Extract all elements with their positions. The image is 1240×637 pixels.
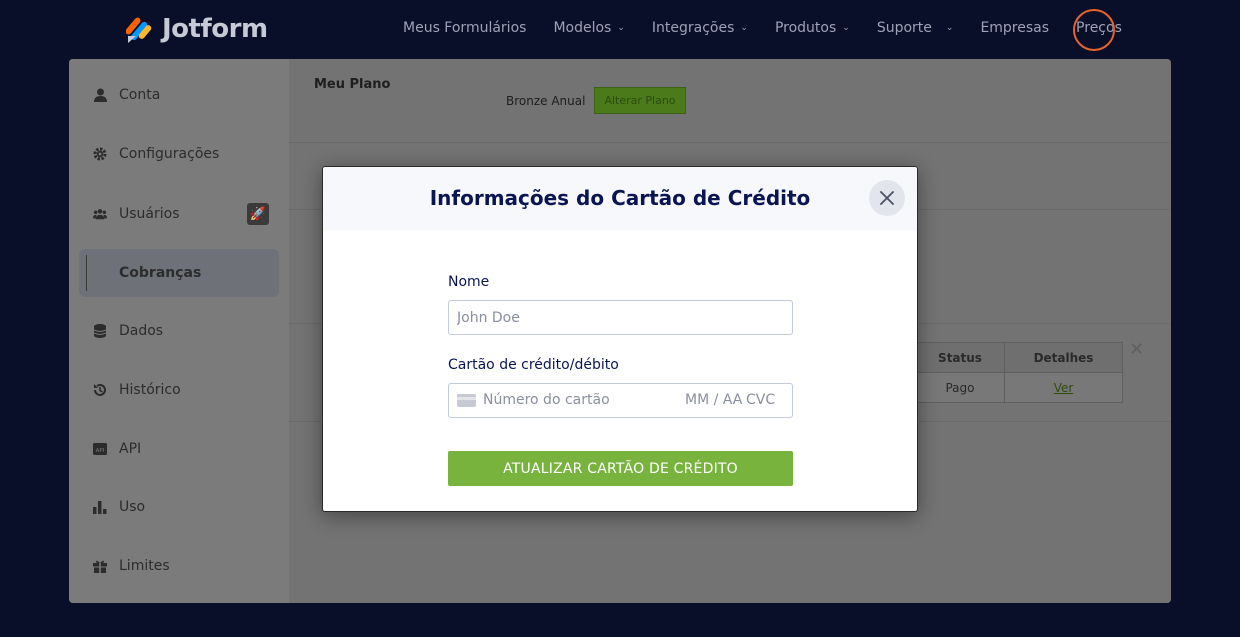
sidebar-item-usuarios[interactable]: Usuários 🚀 <box>79 190 279 238</box>
chevron-down-icon: ⌄ <box>617 23 625 33</box>
settings-sidebar: Conta Configurações Usuários 🚀 Cobranças… <box>69 59 289 603</box>
sidebar-item-label: Limites <box>119 558 170 574</box>
user-icon <box>93 88 107 102</box>
table-header-status: Status <box>938 351 982 365</box>
nav-item-label: Suporte <box>876 20 932 36</box>
sidebar-item-label: Configurações <box>119 146 220 162</box>
card-field-label: Cartão de crédito/débito <box>448 357 619 373</box>
invoice-table: Status Detalhes Pago Ver <box>915 342 1123 403</box>
history-icon <box>93 383 107 397</box>
sidebar-item-label: Usuários <box>119 206 180 222</box>
nav-item-meus-formularios[interactable]: Meus Formulários <box>403 20 526 36</box>
sidebar-item-label: Uso <box>119 499 146 515</box>
sidebar-item-label: Dados <box>119 323 164 339</box>
nav-item-label: Integrações <box>651 20 735 36</box>
nav-item-label: Produtos <box>774 20 837 36</box>
card-field[interactable]: Número do cartão MM / AA CVC <box>448 383 793 418</box>
name-field[interactable] <box>448 300 793 335</box>
chevron-down-icon: ⌄ <box>740 23 748 33</box>
close-icon[interactable]: ✕ <box>1129 339 1144 360</box>
sidebar-item-label: API <box>119 441 142 457</box>
gear-icon <box>93 147 107 161</box>
card-number-input[interactable]: Número do cartão <box>483 384 610 417</box>
jotform-logo[interactable]: Jotform <box>125 14 268 44</box>
users-icon <box>93 207 107 221</box>
gift-icon <box>93 559 107 573</box>
plan-value: Bronze Anual <box>506 94 586 108</box>
modal-close-button[interactable] <box>869 180 905 216</box>
top-navigation: Jotform Meus Formulários Modelos ⌄ Integ… <box>0 0 1240 59</box>
close-icon <box>880 191 894 205</box>
jotform-logo-icon <box>125 14 154 44</box>
credit-card-icon <box>457 394 476 407</box>
sidebar-item-label: Cobranças <box>119 265 202 281</box>
sidebar-item-dados[interactable]: Dados <box>79 307 279 355</box>
nav-item-empresas[interactable]: Empresas <box>980 20 1049 36</box>
bar-chart-icon <box>93 500 107 514</box>
sidebar-item-cobrancas[interactable]: Cobranças <box>79 249 279 297</box>
sidebar-item-conta[interactable]: Conta <box>79 71 279 119</box>
name-input[interactable] <box>449 301 792 334</box>
table-header-details: Detalhes <box>1033 351 1094 365</box>
sidebar-item-label: Histórico <box>119 382 181 398</box>
modal-header: Informações do Cartão de Crédito <box>323 167 917 230</box>
credit-card-modal: Informações do Cartão de Crédito Nome Ca… <box>322 166 918 512</box>
sidebar-item-api[interactable]: API API <box>79 425 279 473</box>
sidebar-item-historico[interactable]: Histórico <box>79 366 279 414</box>
nav-item-integracoes[interactable]: Integrações ⌄ <box>652 20 748 36</box>
plan-heading: Meu Plano <box>314 77 391 92</box>
main-menu: Meus Formulários Modelos ⌄ Integrações ⌄… <box>403 20 1149 36</box>
update-card-button[interactable]: ATUALIZAR CARTÃO DE CRÉDITO <box>448 451 793 486</box>
nav-item-modelos[interactable]: Modelos ⌄ <box>553 20 624 36</box>
sidebar-item-configuracoes[interactable]: Configurações <box>79 130 279 178</box>
divider <box>289 142 1171 143</box>
api-icon: API <box>93 442 107 456</box>
view-invoice-link[interactable]: Ver <box>1005 381 1122 395</box>
nav-item-produtos[interactable]: Produtos ⌄ <box>775 20 850 36</box>
nav-item-suporte[interactable]: Suporte ⌄ <box>877 20 954 36</box>
user-avatar[interactable] <box>1073 9 1115 51</box>
name-field-label: Nome <box>448 274 490 290</box>
card-expiry-input[interactable]: MM / AA <box>685 384 742 417</box>
chevron-down-icon: ⌄ <box>945 23 954 33</box>
sidebar-item-uso[interactable]: Uso <box>79 483 279 531</box>
chevron-down-icon: ⌄ <box>842 23 850 33</box>
table-cell-status: Pago <box>945 381 975 395</box>
svg-text:API: API <box>96 448 105 454</box>
brand-name: Jotform <box>162 14 268 44</box>
nav-item-label: Meus Formulários <box>403 20 527 36</box>
rocket-icon: 🚀 <box>247 203 269 225</box>
modal-title: Informações do Cartão de Crédito <box>429 186 811 210</box>
nav-item-label: Modelos <box>553 20 612 36</box>
sidebar-item-limites[interactable]: Limites <box>79 542 279 590</box>
sidebar-item-label: Conta <box>119 87 161 103</box>
change-plan-button[interactable]: Alterar Plano <box>594 87 686 114</box>
nav-item-label: Empresas <box>980 20 1050 36</box>
database-icon <box>93 324 107 338</box>
card-cvc-input[interactable]: CVC <box>746 384 775 417</box>
